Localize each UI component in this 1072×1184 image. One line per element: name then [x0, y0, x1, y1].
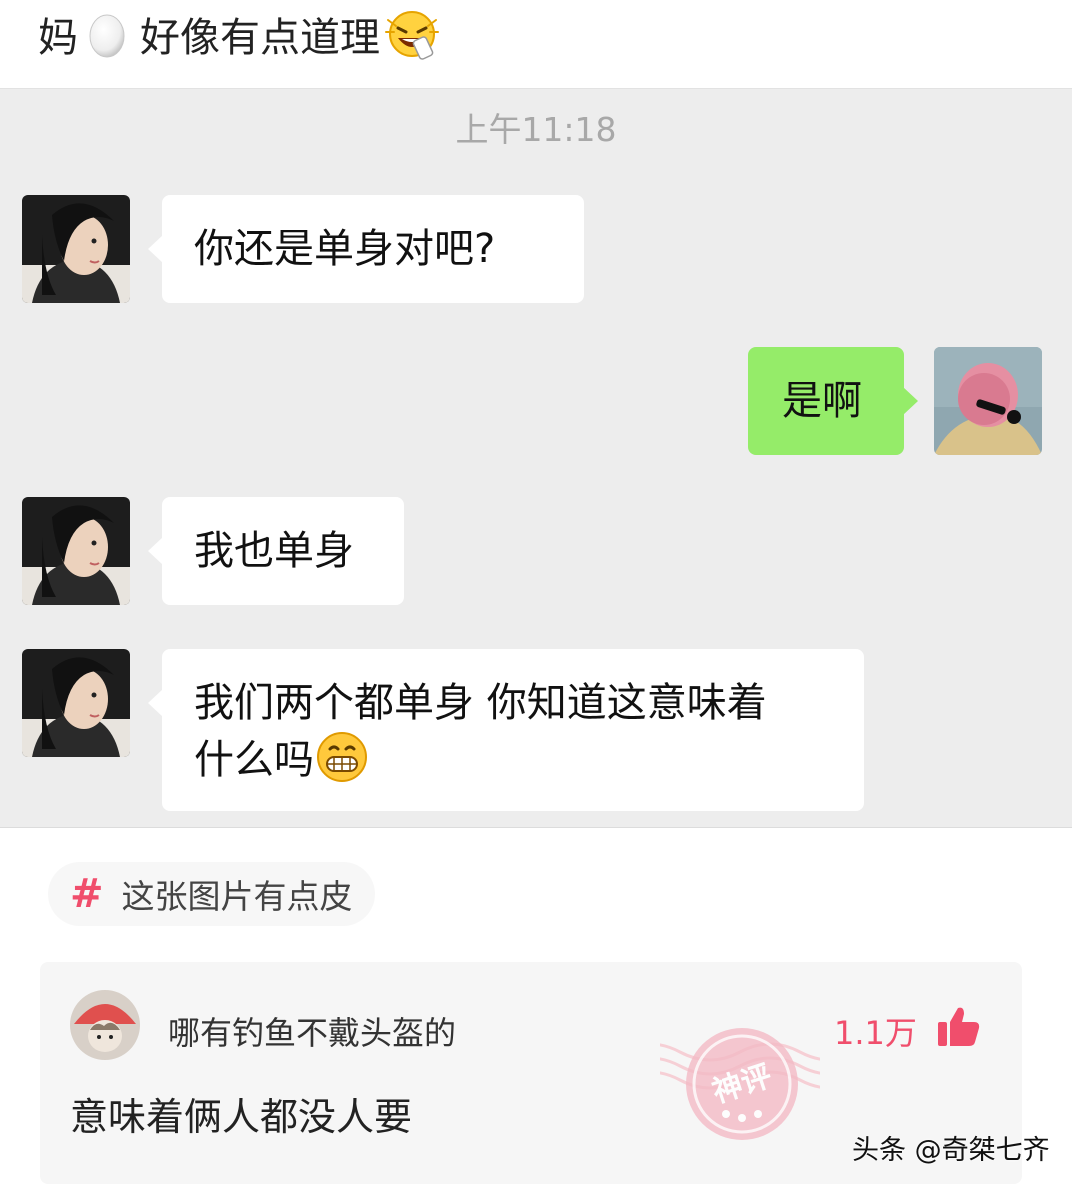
thumbs-up-icon[interactable]	[936, 1004, 980, 1048]
contact-avatar[interactable]	[22, 497, 130, 605]
grinning-face-icon	[316, 731, 368, 783]
topic-label: 这张图片有点皮	[121, 877, 353, 916]
message-bubble-incoming[interactable]: 我也单身	[148, 497, 404, 605]
message-text: 是啊	[782, 378, 862, 424]
post-title: 妈 好像有点道理	[38, 4, 442, 64]
post-title-prefix: 妈	[38, 15, 78, 61]
chat-timestamp: 上午11:18	[455, 110, 617, 149]
message-bubble-outgoing[interactable]: 是啊	[748, 347, 918, 455]
hashtag-icon: #	[70, 871, 104, 917]
like-count: 1.1万	[834, 1014, 917, 1052]
contact-avatar[interactable]	[22, 649, 130, 757]
hot-comment-stamp: 神评	[619, 1002, 861, 1162]
my-avatar[interactable]	[934, 347, 1042, 455]
contact-avatar[interactable]	[22, 195, 130, 303]
chat-screenshot: 上午11:18 你还是单身对吧? 是啊 我也单身 我们两个都单身 你知道这意味着…	[0, 88, 1072, 828]
message-text-line: 什么吗	[194, 737, 314, 783]
egg-icon	[88, 10, 126, 58]
commenter-avatar[interactable]	[70, 990, 140, 1060]
laughing-face-icon	[384, 8, 442, 60]
message-text: 你还是单身对吧?	[194, 226, 496, 272]
message-text: 我也单身	[194, 528, 354, 574]
topic-tag[interactable]: # 这张图片有点皮	[48, 862, 375, 926]
post-title-text: 好像有点道理	[140, 15, 380, 61]
comment-text: 意味着俩人都没人要	[70, 1095, 413, 1139]
message-bubble-incoming[interactable]: 我们两个都单身 你知道这意味着 什么吗	[148, 649, 864, 811]
message-text-line: 我们两个都单身 你知道这意味着	[194, 680, 767, 726]
watermark: 头条 @奇桀七齐	[852, 1135, 1050, 1166]
commenter-name[interactable]: 哪有钓鱼不戴头盔的	[168, 1008, 456, 1054]
message-bubble-incoming[interactable]: 你还是单身对吧?	[148, 195, 584, 303]
